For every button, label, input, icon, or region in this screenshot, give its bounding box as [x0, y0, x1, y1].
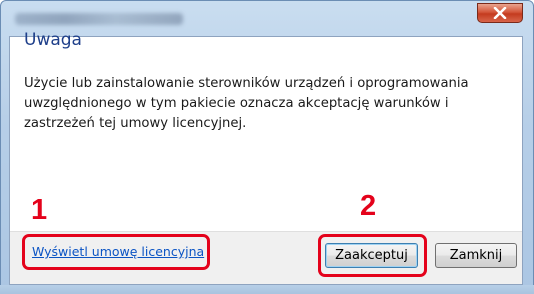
highlight-accept-button — [318, 234, 427, 277]
highlight-link — [22, 234, 210, 270]
window-bottom-border — [0, 285, 534, 294]
window-title-blurred — [15, 13, 183, 25]
close-button[interactable]: Zamknij — [435, 243, 517, 268]
license-message: Użycie lub zainstalowanie sterowników ur… — [24, 76, 469, 131]
window-close-button[interactable] — [477, 3, 523, 23]
dialog-heading: Uwaga — [24, 30, 82, 50]
step-number-2: 2 — [360, 190, 377, 222]
step-number-1: 1 — [31, 194, 48, 226]
message-area — [10, 37, 522, 231]
close-icon — [493, 7, 507, 19]
